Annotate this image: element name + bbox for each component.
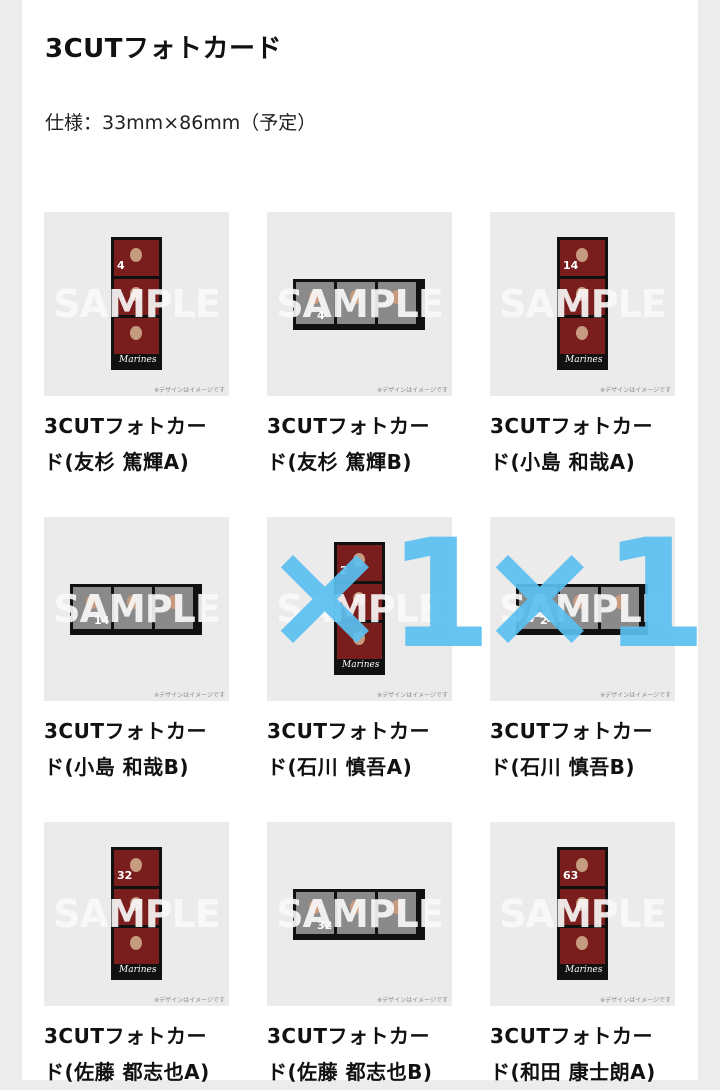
image-note: ※デザインはイメージです bbox=[600, 692, 671, 699]
image-note: ※デザインはイメージです bbox=[377, 997, 448, 1004]
page-title: 3CUTフォトカード bbox=[45, 34, 283, 64]
image-note: ※デザインはイメージです bbox=[377, 387, 448, 394]
image-note: ※デザインはイメージです bbox=[600, 997, 671, 1004]
product-thumbnail[interactable]: 32 SAMPLE ※デザインはイメージです bbox=[267, 822, 452, 1006]
page: 3CUTフォトカード 仕様：33mm×86mm（予定） Marines 4 SAMP… bbox=[22, 0, 707, 1084]
product-thumbnail[interactable]: Marines 4 SAMPLE ※デザインはイメージです bbox=[44, 212, 229, 396]
product-name[interactable]: 3CUTフォトカー ド(佐藤 都志也A) bbox=[44, 1018, 229, 1090]
product-name[interactable]: 3CUTフォトカー ド(小島 和哉A) bbox=[490, 408, 675, 480]
player-number: 14 bbox=[563, 259, 579, 272]
marines-logo: Marines bbox=[119, 355, 157, 365]
product-item[interactable]: Marines 4 SAMPLE ※デザインはイメージです 3CUTフォトカー ド(友杉 … bbox=[44, 212, 229, 480]
image-note: ※デザインはイメージです bbox=[154, 387, 225, 394]
product-item[interactable]: 14 SAMPLE ※デザインはイメージです 3CUTフォトカー ド(小島 和哉B) bbox=[44, 517, 229, 785]
product-item[interactable]: Marines 32 SAMPLE ※デザインはイメージです 3CUTフォトカー ド(佐藤… bbox=[44, 822, 229, 1090]
marines-logo: Marines bbox=[565, 355, 603, 365]
product-thumbnail[interactable]: Marines 63 SAMPLE ※デザインはイメージです bbox=[490, 822, 675, 1006]
sample-watermark: SAMPLE bbox=[499, 282, 667, 326]
quantity-overlay: ×1 bbox=[262, 508, 493, 682]
product-thumbnail[interactable]: 14 SAMPLE ※デザインはイメージです bbox=[44, 517, 229, 701]
product-thumbnail[interactable]: 4 SAMPLE ※デザインはイメージです bbox=[267, 212, 452, 396]
product-name[interactable]: 3CUTフォトカー ド(石川 慎吾A) bbox=[267, 713, 452, 785]
product-name[interactable]: 3CUTフォトカー ド(小島 和哉B) bbox=[44, 713, 229, 785]
product-thumbnail[interactable]: Marines 14 SAMPLE ※デザインはイメージです bbox=[490, 212, 675, 396]
player-number: 32 bbox=[117, 869, 133, 882]
quantity-overlay: ×1 bbox=[477, 508, 708, 682]
player-number: 63 bbox=[563, 869, 579, 882]
player-number: 4 bbox=[117, 259, 125, 272]
image-note: ※デザインはイメージです bbox=[154, 997, 225, 1004]
sample-watermark: SAMPLE bbox=[276, 282, 444, 326]
sample-watermark: SAMPLE bbox=[499, 892, 667, 936]
product-item[interactable]: Marines 63 SAMPLE ※デザインはイメージです 3CUTフォトカー ド(和田… bbox=[490, 822, 675, 1090]
sample-watermark: SAMPLE bbox=[53, 587, 221, 631]
image-note: ※デザインはイメージです bbox=[377, 692, 448, 699]
product-name[interactable]: 3CUTフォトカー ド(石川 慎吾B) bbox=[490, 713, 675, 785]
product-item[interactable]: 4 SAMPLE ※デザインはイメージです 3CUTフォトカー ド(友杉 篤輝B) bbox=[267, 212, 452, 480]
product-item[interactable]: Marines 14 SAMPLE ※デザインはイメージです 3CUTフォトカー ド(小島… bbox=[490, 212, 675, 480]
product-name[interactable]: 3CUTフォトカー ド(佐藤 都志也B) bbox=[267, 1018, 452, 1090]
marines-logo: Marines bbox=[119, 965, 157, 975]
sample-watermark: SAMPLE bbox=[53, 892, 221, 936]
product-thumbnail[interactable]: Marines 32 SAMPLE ※デザインはイメージです bbox=[44, 822, 229, 1006]
product-name[interactable]: 3CUTフォトカー ド(友杉 篤輝B) bbox=[267, 408, 452, 480]
sample-watermark: SAMPLE bbox=[276, 892, 444, 936]
spec-text: 仕様：33mm×86mm（予定） bbox=[45, 112, 317, 134]
product-name[interactable]: 3CUTフォトカー ド(和田 康士朗A) bbox=[490, 1018, 675, 1090]
marines-logo: Marines bbox=[565, 965, 603, 975]
image-note: ※デザインはイメージです bbox=[600, 387, 671, 394]
product-item[interactable]: 32 SAMPLE ※デザインはイメージです 3CUTフォトカー ド(佐藤 都志也B) bbox=[267, 822, 452, 1090]
product-name[interactable]: 3CUTフォトカー ド(友杉 篤輝A) bbox=[44, 408, 229, 480]
sample-watermark: SAMPLE bbox=[53, 282, 221, 326]
image-note: ※デザインはイメージです bbox=[154, 692, 225, 699]
